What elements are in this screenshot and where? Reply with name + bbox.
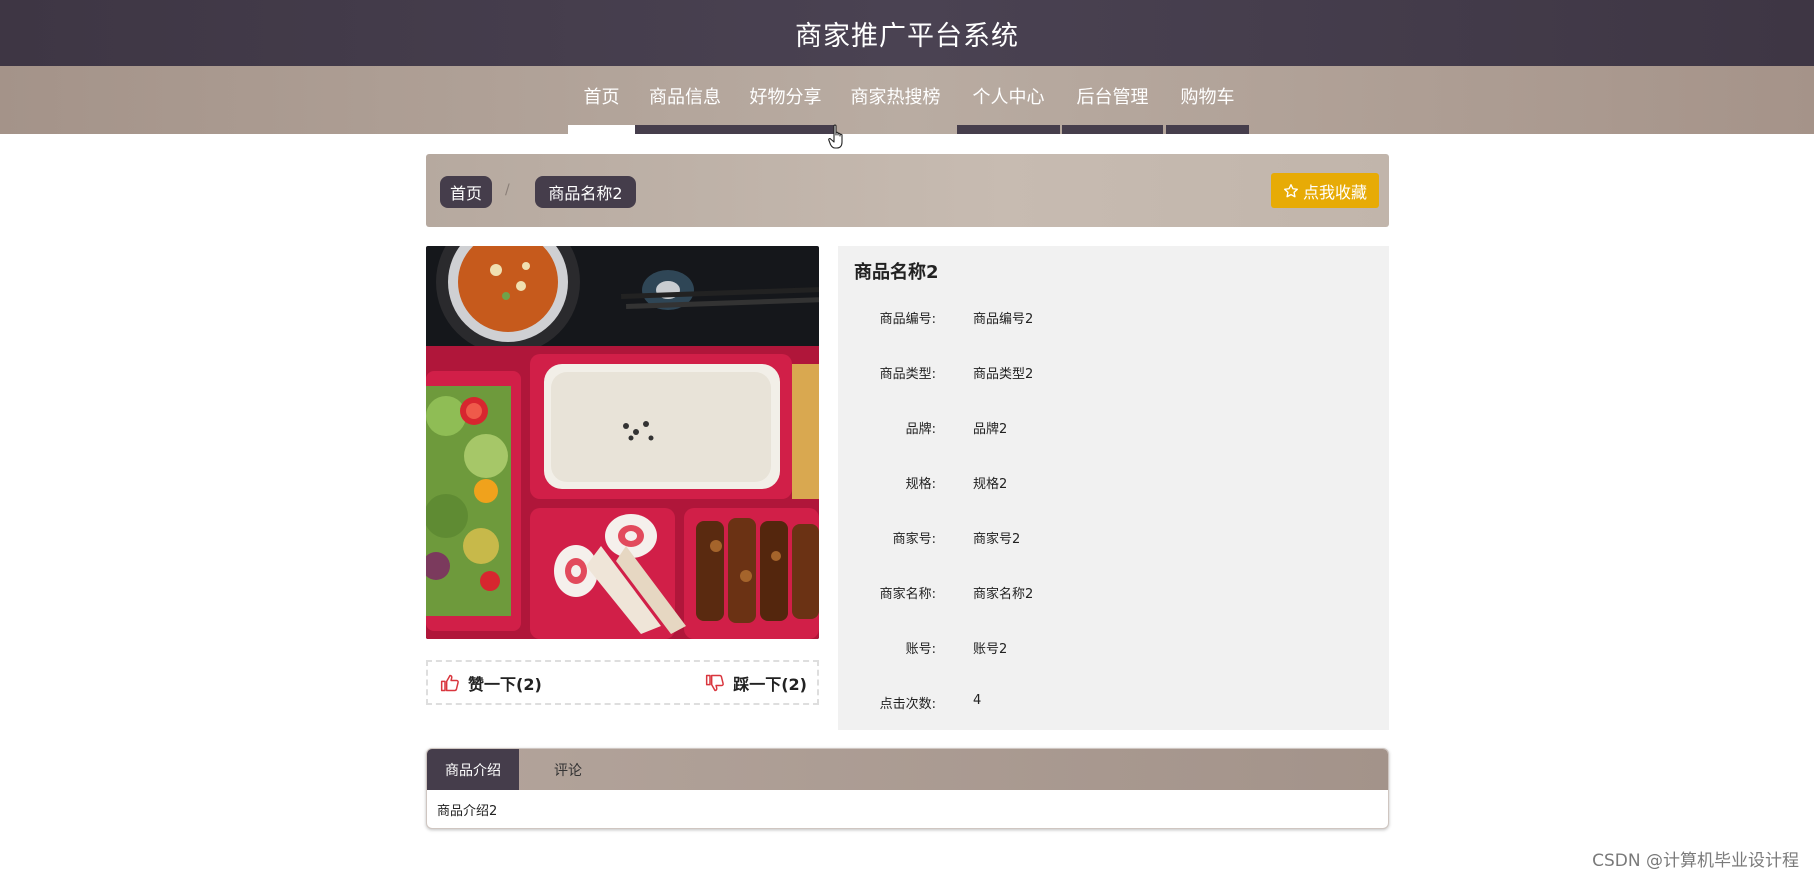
tab-comments[interactable]: 评论	[519, 749, 617, 790]
breadcrumb: 首页 / 商品名称2 点我收藏	[426, 154, 1389, 227]
vote-box: 赞一下(2) 踩一下(2)	[426, 660, 819, 705]
nav-item-home[interactable]: 首页	[568, 66, 635, 134]
detail-label: 商家名称:	[879, 587, 936, 602]
detail-value: 规格2	[973, 477, 1008, 492]
app-header: 商家推广平台系统	[0, 0, 1814, 66]
dislike-button[interactable]: 踩一下(2)	[705, 671, 807, 695]
detail-row: 点击次数: 4	[838, 693, 1389, 713]
star-outline-icon	[1283, 183, 1298, 197]
nav-item-admin[interactable]: 后台管理	[1062, 66, 1163, 134]
tabs-header: 商品介绍 评论	[427, 749, 1388, 790]
breadcrumb-home[interactable]: 首页	[440, 176, 492, 208]
breadcrumb-current[interactable]: 商品名称2	[535, 176, 636, 208]
nav-item-hot-list[interactable]: 商家热搜榜	[836, 66, 955, 134]
detail-row: 商品编号: 商品编号2	[838, 308, 1389, 328]
detail-label: 商家号:	[892, 532, 936, 547]
like-label: 赞一下(2)	[468, 674, 542, 694]
product-tabs: 商品介绍 评论 商品介绍2	[426, 748, 1389, 829]
detail-value: 4	[973, 693, 982, 708]
detail-value: 商家名称2	[973, 587, 1034, 602]
nav-item-products[interactable]: 商品信息	[635, 66, 735, 134]
app-title: 商家推广平台系统	[795, 20, 1019, 52]
nav-item-label: 商家热搜榜	[850, 87, 941, 108]
detail-label: 品牌:	[905, 422, 936, 437]
nav-item-cart[interactable]: 购物车	[1166, 66, 1249, 134]
nav-item-label: 商品信息	[649, 87, 721, 108]
like-button[interactable]: 赞一下(2)	[440, 671, 542, 695]
nav-item-label: 个人中心	[972, 87, 1045, 108]
watermark: CSDN @计算机毕业设计程	[1592, 851, 1799, 871]
detail-label: 商品类型:	[879, 367, 936, 382]
hand-cursor-icon	[828, 124, 843, 149]
detail-row: 账号: 账号2	[838, 638, 1389, 658]
nav-underline	[1166, 125, 1249, 134]
product-name: 商品名称2	[854, 262, 939, 283]
detail-value: 商品类型2	[973, 367, 1034, 382]
detail-value: 账号2	[973, 642, 1008, 657]
product-detail-panel: 商品名称2 商品编号: 商品编号2 商品类型: 商品类型2 品牌: 品牌2 规格…	[838, 246, 1389, 730]
nav-item-label: 首页	[583, 87, 620, 108]
collect-button-label: 点我收藏	[1302, 182, 1367, 202]
thumbs-down-icon	[706, 674, 725, 691]
detail-label: 规格:	[905, 477, 936, 492]
nav-underline	[635, 125, 735, 134]
nav-item-label: 好物分享	[749, 87, 822, 108]
main-nav: 首页 商品信息 好物分享 商家热搜榜 个人中心 后台管理 购物车	[0, 66, 1814, 134]
detail-row: 商家名称: 商家名称2	[838, 583, 1389, 603]
nav-item-label: 后台管理	[1076, 87, 1149, 108]
nav-item-profile[interactable]: 个人中心	[957, 66, 1060, 134]
detail-row: 规格: 规格2	[838, 473, 1389, 493]
detail-label: 账号:	[905, 642, 936, 657]
nav-item-label: 购物车	[1180, 87, 1235, 108]
tab-content: 商品介绍2	[437, 804, 498, 819]
nav-underline	[568, 125, 635, 134]
detail-value: 商家号2	[973, 532, 1021, 547]
breadcrumb-separator: /	[505, 182, 510, 198]
tab-intro[interactable]: 商品介绍	[427, 749, 519, 790]
product-image	[426, 246, 819, 639]
nav-items: 首页 商品信息 好物分享 商家热搜榜 个人中心 后台管理 购物车	[568, 66, 1249, 134]
detail-value: 品牌2	[973, 422, 1008, 437]
detail-label: 点击次数:	[879, 697, 936, 712]
nav-underline	[957, 125, 1060, 134]
nav-item-share[interactable]: 好物分享	[735, 66, 836, 134]
collect-button[interactable]: 点我收藏	[1270, 173, 1379, 208]
detail-row: 商家号: 商家号2	[838, 528, 1389, 548]
nav-underline	[1062, 125, 1163, 134]
detail-value: 商品编号2	[973, 312, 1034, 327]
thumbs-up-icon	[440, 674, 459, 691]
nav-underline	[735, 125, 836, 134]
detail-label: 商品编号:	[879, 312, 936, 327]
detail-row: 商品类型: 商品类型2	[838, 363, 1389, 383]
dislike-label: 踩一下(2)	[733, 674, 807, 694]
detail-row: 品牌: 品牌2	[838, 418, 1389, 438]
